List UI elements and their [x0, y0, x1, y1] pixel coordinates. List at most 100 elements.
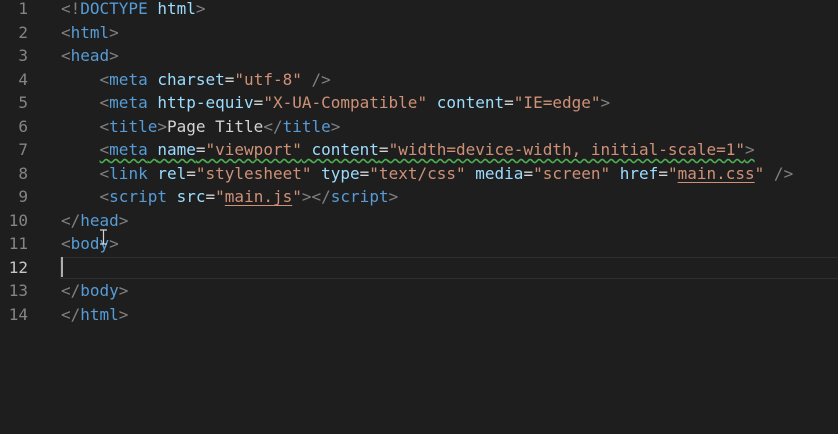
code-token: < [61, 234, 71, 253]
line-code[interactable]: <script src="main.js"></script> [61, 185, 399, 209]
line-code[interactable]: </html> [61, 303, 128, 327]
code-token: "width=device-width, initial-scale=1" [388, 140, 745, 159]
line-number: 11 [8, 234, 28, 253]
code-token: < [99, 187, 110, 206]
line-number: 12 [8, 257, 28, 277]
code-token: < [61, 22, 71, 42]
line-number: 10 [8, 210, 28, 230]
code-token: href [619, 163, 659, 183]
code-token: /> [301, 69, 331, 89]
code-token: > [118, 304, 129, 324]
code-token: </ [61, 281, 81, 300]
line-code[interactable]: </head> [61, 209, 128, 233]
file-link[interactable]: main.js [225, 187, 292, 206]
code-line[interactable]: 12 [0, 256, 838, 280]
line-code[interactable]: <html> [61, 21, 119, 45]
code-line[interactable]: 8 <link rel="stylesheet" type="text/css"… [0, 162, 838, 186]
code-token: = [504, 93, 514, 112]
code-line[interactable]: 6 <title>Page Title</title> [0, 115, 838, 139]
line-code[interactable]: <body> [61, 232, 119, 256]
code-token: body [80, 281, 119, 300]
code-line[interactable]: 14 </html> [0, 303, 838, 327]
code-token: < [61, 46, 71, 65]
file-link[interactable]: main.css [678, 164, 755, 183]
code-token: > [118, 210, 129, 230]
line-code[interactable]: <meta charset="utf-8" /> [61, 68, 331, 92]
lint-warning-underline[interactable]: <meta name="viewport" content="width=dev… [100, 140, 755, 159]
line-code[interactable]: <head> [61, 44, 119, 68]
line-code[interactable]: <meta name="viewport" content="width=dev… [61, 138, 755, 162]
code-token: type [321, 163, 360, 183]
code-token: < [99, 163, 110, 183]
line-number: 4 [18, 69, 28, 89]
code-token: < [99, 69, 110, 89]
i-beam-cursor-icon [100, 229, 107, 245]
code-token: " [754, 163, 765, 183]
code-token: = [195, 140, 206, 159]
code-token: > [600, 93, 611, 112]
code-line[interactable]: 11 <body> [0, 232, 838, 256]
code-token: "utf-8" [234, 69, 302, 89]
code-token: "IE=edge" [513, 93, 601, 112]
code-token: < [99, 140, 110, 159]
line-number: 2 [18, 22, 28, 42]
code-token: title [282, 116, 331, 136]
line-code[interactable]: <link rel="stylesheet" type="text/css" m… [61, 162, 794, 186]
code-token: link [109, 163, 148, 183]
code-token: > [109, 46, 119, 65]
code-line[interactable]: 5 <meta http-equiv="X-UA-Compatible" con… [0, 91, 838, 115]
line-number: 8 [18, 163, 28, 183]
code-token: = [186, 163, 196, 183]
line-code[interactable]: <!DOCTYPE html> [61, 0, 206, 21]
code-editor[interactable]: 1 <!DOCTYPE html> 2 <html> 3 <head> 4 <meta ch… [0, 0, 838, 434]
code-token: script [109, 187, 167, 206]
code-token: "screen" [533, 163, 611, 183]
code-token: = [658, 163, 668, 183]
code-token: content [311, 140, 379, 159]
code-token: <! [61, 0, 81, 18]
code-token: " [292, 187, 302, 206]
code-token: </ [61, 210, 81, 230]
code-token: name [157, 140, 196, 159]
line-code[interactable]: <title>Page Title</title> [61, 115, 341, 139]
code-token: > [157, 116, 167, 136]
code-token: = [253, 93, 264, 112]
code-token: "X-UA-Compatible" [263, 93, 428, 112]
line-code[interactable]: </body> [61, 279, 128, 303]
code-line[interactable]: 4 <meta charset="utf-8" /> [0, 68, 838, 92]
code-line[interactable]: 3 <head> [0, 44, 838, 68]
code-token: meta [109, 69, 148, 89]
code-token: " [215, 187, 225, 206]
code-token: = [523, 163, 534, 183]
code-token: = [224, 69, 235, 89]
code-token: " [667, 163, 678, 183]
line-number: 3 [18, 46, 28, 65]
code-token: charset [157, 69, 225, 89]
code-line[interactable]: 10 </head> [0, 209, 838, 233]
code-token: "text/css" [369, 163, 466, 183]
code-token: > [109, 22, 119, 42]
code-token: < [99, 93, 110, 112]
code-token: </ [61, 304, 81, 324]
code-line[interactable]: 1 <!DOCTYPE html> [0, 0, 838, 21]
code-token: DOCTYPE [80, 0, 148, 18]
code-token: > [744, 140, 755, 159]
line-code[interactable]: <meta http-equiv="X-UA-Compatible" conte… [61, 91, 611, 115]
code-token: ></ [301, 187, 331, 206]
code-line[interactable]: 2 <html> [0, 21, 838, 45]
code-token: script [330, 187, 389, 206]
code-line[interactable]: 7 <meta name="viewport" content="width=d… [0, 138, 838, 162]
line-number: 13 [8, 281, 28, 300]
code-token: "stylesheet" [195, 163, 312, 183]
code-line[interactable]: 9 <script src="main.js"></script> [0, 185, 838, 209]
code-line[interactable]: 13 </body> [0, 279, 838, 303]
code-token: = [378, 140, 389, 159]
code-token: src [176, 187, 206, 206]
